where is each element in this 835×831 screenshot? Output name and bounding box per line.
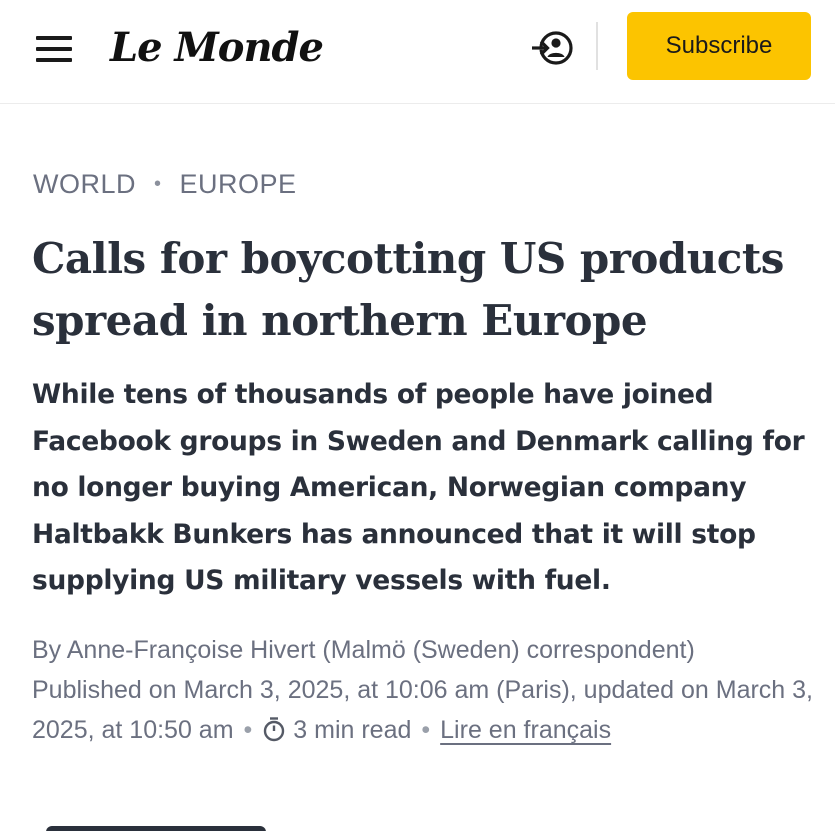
article-summary: While tens of thousands of people have j… — [32, 379, 805, 596]
le-monde-logo[interactable]: Le Monde — [110, 20, 324, 76]
login-icon[interactable] — [530, 28, 574, 68]
reading-time: 3 min read — [293, 716, 412, 744]
article-metadata: By Anne-Françoise Hivert (Malmö (Sweden)… — [32, 632, 822, 750]
menu-line — [36, 47, 72, 51]
breadcrumb-europe-link[interactable]: EUROPE — [180, 169, 297, 200]
audio-player-pill[interactable] — [46, 826, 266, 831]
author-byline: By Anne-Françoise Hivert (Malmö (Sweden)… — [32, 636, 695, 664]
clock-icon — [262, 714, 286, 742]
header-divider — [596, 22, 598, 70]
meta-separator: • — [421, 716, 431, 744]
breadcrumb-world-link[interactable]: WORLD — [33, 169, 136, 200]
french-version-link[interactable]: Lire en français — [440, 716, 611, 744]
breadcrumb-separator: • — [154, 172, 162, 195]
menu-line — [36, 58, 72, 62]
hamburger-menu-icon[interactable] — [36, 36, 72, 62]
article-headline: Calls for boycotting US products spread … — [32, 234, 784, 345]
meta-separator: • — [243, 716, 253, 744]
menu-line — [36, 36, 72, 40]
top-navigation-bar: Le Monde Subscribe — [0, 0, 835, 104]
publication-info: Published on March 3, 2025, at 10:06 am … — [32, 670, 822, 750]
breadcrumb: WORLD • EUROPE — [33, 166, 297, 202]
subscribe-button[interactable]: Subscribe — [627, 12, 811, 80]
